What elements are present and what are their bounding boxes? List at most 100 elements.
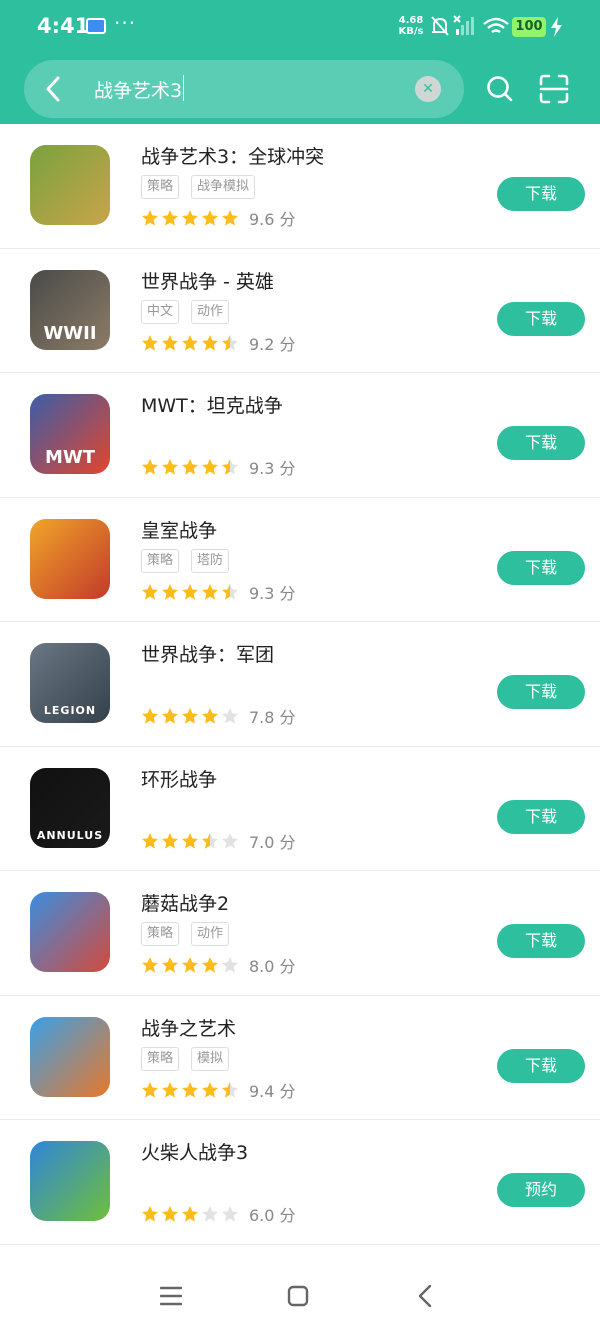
app-list-item[interactable]: 战争之艺术 策略 模拟 9.4 分 下载 (0, 996, 600, 1120)
app-list-item[interactable]: 蘑菇战争2 策略 动作 8.0 分 下载 (0, 871, 600, 996)
status-icons (431, 15, 509, 36)
star-empty (222, 1206, 238, 1222)
scan-icon[interactable] (539, 74, 569, 104)
app-list-item[interactable]: 皇室战争 策略 塔防 9.3 分 下载 (0, 498, 600, 622)
star-rating (142, 832, 238, 849)
app-tag: 策略 (141, 175, 180, 199)
app-icon[interactable]: MWT (30, 394, 110, 474)
download-button[interactable]: 预约 (497, 1173, 585, 1207)
back-icon[interactable] (416, 1285, 436, 1307)
download-button[interactable]: 下载 (497, 177, 585, 211)
header-bar: 4:41 ··· 4.68 KB/s 100 战争艺术3 ✕ (0, 0, 600, 124)
app-tags: 策略 动作 (141, 922, 241, 946)
signal-icon (453, 15, 474, 35)
app-score: 9.3 分 (249, 583, 296, 603)
download-button[interactable]: 下载 (497, 426, 585, 460)
clear-search-button[interactable]: ✕ (415, 76, 441, 102)
app-name[interactable]: 世界战争：军团 (141, 640, 274, 667)
star-full (182, 708, 198, 724)
app-name[interactable]: 战争之艺术 (141, 1014, 236, 1041)
app-name[interactable]: MWT：坦克战争 (141, 391, 283, 418)
app-name[interactable]: 火柴人战争3 (141, 1138, 248, 1165)
app-rating: 9.2 分 (141, 331, 296, 355)
app-score: 9.4 分 (249, 1081, 296, 1101)
app-list-item[interactable]: MWT MWT：坦克战争 9.3 分 下载 (0, 373, 600, 498)
app-name[interactable]: 皇室战争 (141, 516, 217, 543)
app-tags: 策略 战争模拟 (141, 175, 267, 199)
search-icon[interactable] (486, 75, 514, 103)
app-tag: 策略 (141, 1046, 180, 1071)
app-rating: 6.0 分 (141, 1202, 296, 1226)
star-full (142, 832, 158, 849)
star-full (202, 957, 218, 973)
star-full (162, 1206, 178, 1222)
app-icon[interactable] (30, 892, 110, 972)
download-button[interactable]: 下载 (497, 675, 585, 709)
home-icon[interactable] (287, 1285, 309, 1307)
network-speed-value: 4.68 (398, 15, 424, 26)
search-input[interactable]: 战争艺术3 (94, 76, 182, 103)
app-name[interactable]: 战争艺术3：全球冲突 (141, 142, 324, 169)
star-full (162, 708, 178, 724)
app-icon[interactable] (30, 1016, 110, 1097)
app-icon-text: MWT (44, 447, 96, 468)
app-list-item[interactable]: ANNULUS 环形战争 7.0 分 下载 (0, 747, 600, 871)
star-rating (142, 459, 238, 475)
mute-bell-icon (431, 16, 449, 36)
app-list: 战争艺术3：全球冲突 策略 战争模拟 9.6 分下载 WWII 世界战争 - 英雄 中文 动作… (0, 124, 600, 1245)
star-rating (142, 1081, 238, 1098)
app-score: 7.8 分 (249, 708, 296, 727)
download-button[interactable]: 下载 (497, 550, 585, 585)
app-name[interactable]: 蘑菇战争2 (141, 889, 229, 916)
app-icon[interactable] (30, 145, 110, 225)
star-rating (142, 334, 238, 351)
app-tag: 中文 (141, 299, 180, 324)
app-list-item[interactable]: 战争艺术3：全球冲突 策略 战争模拟 9.6 分 下载 (0, 124, 600, 249)
app-rating: 8.0 分 (141, 953, 296, 977)
app-icon[interactable]: LEGION (30, 643, 110, 723)
star-rating (142, 1206, 238, 1222)
star-full (182, 334, 198, 351)
app-rating: 7.0 分 (141, 829, 296, 853)
download-button[interactable]: 下载 (497, 1048, 585, 1083)
back-arrow-icon[interactable] (44, 76, 64, 102)
app-icon[interactable] (30, 1141, 110, 1221)
wifi-icon (483, 17, 509, 33)
battery-indicator: 100 (512, 17, 546, 37)
app-rating: 9.3 分 (141, 580, 296, 604)
notification-app-icon (86, 18, 106, 34)
app-list-item[interactable]: LEGION 世界战争：军团 7.8 分 下载 (0, 622, 600, 747)
star-rating (142, 708, 238, 724)
app-name[interactable]: 世界战争 - 英雄 (141, 267, 274, 294)
star-full (182, 1206, 198, 1222)
app-icon-text: ANNULUS (36, 828, 104, 842)
download-button[interactable]: 下载 (497, 924, 585, 958)
status-time: 4:41 (37, 14, 90, 38)
app-icon-text: WWII (43, 322, 97, 344)
search-box[interactable]: 战争艺术3 ✕ (24, 60, 464, 118)
recent-apps-icon[interactable] (160, 1285, 182, 1307)
download-button[interactable]: 下载 (497, 799, 585, 834)
app-icon[interactable] (30, 518, 110, 599)
star-full (142, 210, 158, 226)
network-speed: 4.68 KB/s (396, 15, 426, 37)
star-full (202, 459, 218, 475)
app-list-item[interactable]: 火柴人战争3 6.0 分 预约 (0, 1120, 600, 1245)
app-icon-text: LEGION (43, 704, 97, 717)
star-full (162, 459, 178, 475)
app-name[interactable]: 环形战争 (141, 765, 217, 792)
app-tag: 战争模拟 (191, 175, 256, 199)
star-empty (222, 708, 238, 724)
star-rating (142, 583, 238, 600)
star-full (182, 459, 198, 475)
app-icon[interactable]: WWII (30, 269, 110, 350)
star-full (202, 708, 218, 724)
app-icon[interactable]: ANNULUS (30, 767, 110, 848)
star-full (142, 708, 158, 724)
star-empty (202, 1206, 218, 1222)
app-rating: 7.8 分 (141, 704, 296, 728)
system-navigation-bar (0, 1263, 600, 1333)
app-list-item[interactable]: WWII 世界战争 - 英雄 中文 动作 9.2 分 下载 (0, 249, 600, 373)
download-button[interactable]: 下载 (497, 301, 585, 336)
star-rating (142, 210, 238, 226)
